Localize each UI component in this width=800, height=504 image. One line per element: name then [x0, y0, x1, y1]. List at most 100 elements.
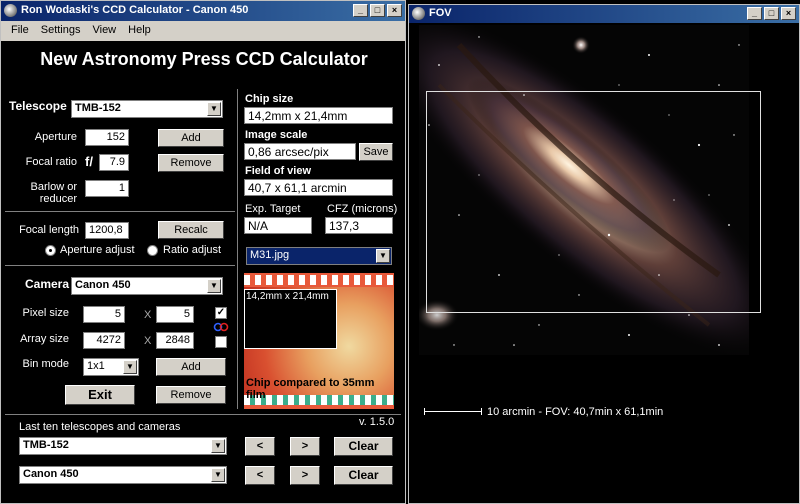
camera-select[interactable]: Canon 450 ▼	[71, 277, 223, 295]
cfz-label: CFZ (microns)	[327, 203, 398, 215]
menu-settings[interactable]: Settings	[35, 22, 87, 40]
bin-mode-label: Bin mode	[22, 358, 69, 370]
exit-button[interactable]: Exit	[65, 385, 135, 405]
times-label: X	[144, 309, 152, 321]
version-label: v. 1.5.0	[359, 416, 395, 428]
chevron-down-icon[interactable]: ▼	[123, 360, 137, 374]
focal-ratio-input[interactable]: 7.9	[99, 154, 129, 171]
camera-label: Camera	[25, 277, 70, 291]
maximize-icon[interactable]: □	[370, 4, 385, 17]
menu-bar: File Settings View Help	[1, 22, 405, 40]
focal-ratio-label: Focal ratio	[25, 156, 77, 168]
calculator-titlebar[interactable]: Ron Wodaski's CCD Calculator - Canon 450…	[1, 1, 405, 21]
minimize-icon[interactable]: _	[353, 4, 368, 17]
array-lock-checkbox[interactable]	[215, 336, 227, 348]
bin-mode-value: 1x1	[87, 360, 105, 372]
next-camera-button[interactable]: >	[290, 466, 320, 485]
menu-view[interactable]: View	[86, 22, 122, 40]
chevron-down-icon[interactable]: ▼	[207, 102, 221, 116]
prev-camera-button[interactable]: <	[245, 466, 275, 485]
pixel-x-input[interactable]: 5	[83, 306, 125, 323]
image-select[interactable]: M31.jpg ▼	[246, 247, 392, 265]
focal-length-input[interactable]: 1200,8	[85, 222, 129, 239]
cfz-value: 137,3	[325, 217, 393, 234]
recent-telescope-value: TMB-152	[23, 439, 69, 451]
divider	[5, 414, 401, 415]
close-icon[interactable]: ×	[387, 4, 402, 17]
chevron-down-icon[interactable]: ▼	[211, 468, 225, 482]
remove-camera-button[interactable]: Remove	[156, 386, 226, 404]
chevron-down-icon[interactable]: ▼	[376, 249, 390, 263]
last-ten-label: Last ten telescopes and cameras	[19, 421, 181, 433]
pixel-y-input[interactable]: 5	[156, 306, 194, 323]
focal-length-label: Focal length	[19, 224, 79, 236]
aperture-label: Aperture	[34, 131, 77, 143]
next-telescope-button[interactable]: >	[290, 437, 320, 456]
app-icon	[4, 4, 17, 17]
fov-scale-text: 10 arcmin - FOV: 40,7min x 61,1min	[487, 406, 664, 418]
recent-camera-value: Canon 450	[23, 468, 79, 480]
clear-telescopes-button[interactable]: Clear	[334, 437, 393, 456]
chip-size-overlay: 14,2mm x 21,4mm	[246, 291, 329, 302]
link-icon	[213, 322, 229, 332]
fov-titlebar[interactable]: FOV _ □ ×	[409, 5, 799, 23]
recalc-button[interactable]: Recalc	[158, 221, 224, 239]
barlow-label-2: reducer	[39, 193, 77, 205]
fov-value: 40,7 x 61,1 arcmin	[244, 179, 393, 196]
calculator-body: New Astronomy Press CCD Calculator Teles…	[1, 41, 405, 503]
fov-label: Field of view	[245, 165, 312, 177]
remove-telescope-button[interactable]: Remove	[158, 154, 224, 172]
exp-target-value: N/A	[244, 217, 312, 234]
camera-select-value: Canon 450	[75, 279, 131, 291]
fov-window: FOV _ □ × 10 arcmin - FOV: 40,7min x 61,…	[408, 4, 800, 504]
chevron-down-icon[interactable]: ▼	[211, 439, 225, 453]
minimize-icon[interactable]: _	[747, 7, 762, 20]
array-x-input[interactable]: 4272	[83, 332, 125, 349]
menu-help[interactable]: Help	[122, 22, 157, 40]
exp-target-label: Exp. Target	[245, 203, 301, 215]
save-button[interactable]: Save	[359, 143, 393, 161]
page-title: New Astronomy Press CCD Calculator	[40, 49, 368, 69]
window-title: Ron Wodaski's CCD Calculator - Canon 450	[21, 4, 249, 16]
film-preview: 14,2mm x 21,4mm Chip compared to 35mm fi…	[244, 273, 394, 409]
scale-bar	[424, 408, 482, 415]
image-select-value: M31.jpg	[250, 249, 290, 261]
chevron-down-icon[interactable]: ▼	[207, 279, 221, 293]
close-icon[interactable]: ×	[781, 7, 796, 20]
prev-telescope-button[interactable]: <	[245, 437, 275, 456]
f-prefix: f/	[85, 154, 93, 169]
add-telescope-button[interactable]: Add	[158, 129, 224, 147]
pixel-lock-checkbox[interactable]: ✓	[215, 307, 227, 319]
aperture-adjust-label: Aperture adjust	[60, 244, 135, 256]
menu-file[interactable]: File	[5, 22, 35, 40]
divider	[5, 211, 235, 212]
ratio-adjust-label: Ratio adjust	[163, 244, 222, 256]
telescope-select-value: TMB-152	[75, 102, 121, 114]
bin-mode-select[interactable]: 1x1 ▼	[83, 358, 139, 376]
chip-size-label: Chip size	[245, 93, 294, 105]
aperture-adjust-radio[interactable]	[45, 245, 56, 256]
array-size-label: Array size	[20, 333, 69, 345]
array-y-input[interactable]: 2848	[156, 332, 194, 349]
telescope-select[interactable]: TMB-152 ▼	[71, 100, 223, 118]
chip-size-value: 14,2mm x 21,4mm	[244, 107, 393, 124]
fov-app-icon	[412, 7, 425, 20]
clear-cameras-button[interactable]: Clear	[334, 466, 393, 485]
fov-window-title: FOV	[429, 7, 452, 19]
aperture-input[interactable]: 152	[85, 129, 129, 146]
fov-rectangle[interactable]	[426, 91, 761, 313]
telescope-label: Telescope	[9, 99, 67, 113]
barlow-input[interactable]: 1	[85, 180, 129, 197]
add-camera-button[interactable]: Add	[156, 358, 226, 376]
ratio-adjust-radio[interactable]	[147, 245, 158, 256]
scale-bar-line	[424, 411, 482, 412]
image-scale-label: Image scale	[245, 129, 308, 141]
divider	[5, 265, 235, 266]
pixel-size-label: Pixel size	[22, 307, 69, 319]
recent-telescope-select[interactable]: TMB-152 ▼	[19, 437, 227, 455]
barlow-label-1: Barlow or	[30, 181, 77, 193]
recent-camera-select[interactable]: Canon 450 ▼	[19, 466, 227, 484]
sprocket-top	[244, 275, 394, 285]
film-caption: Chip compared to 35mm film	[246, 377, 375, 401]
maximize-icon[interactable]: □	[764, 7, 779, 20]
